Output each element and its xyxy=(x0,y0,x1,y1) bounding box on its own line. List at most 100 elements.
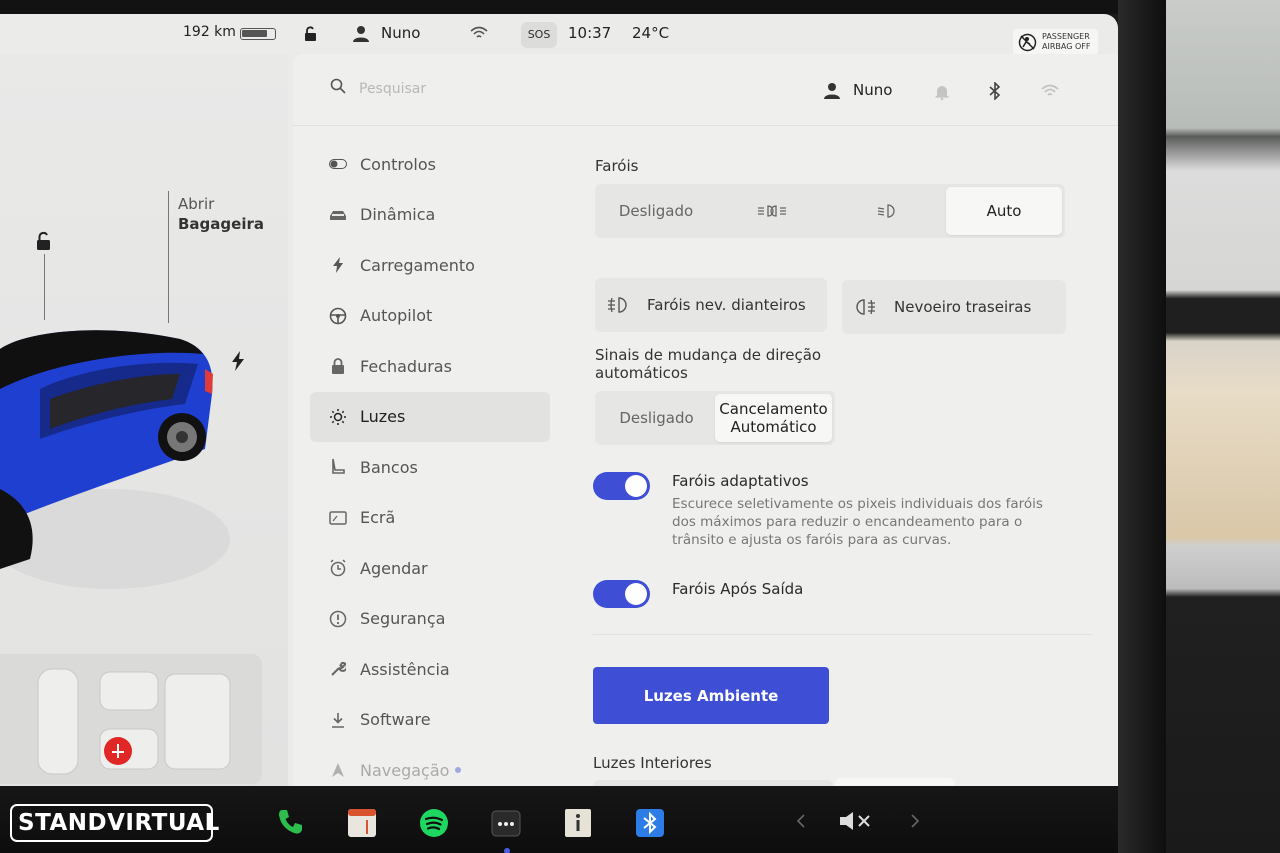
screen-bezel-top xyxy=(0,0,1160,14)
menu-item-label: Fechaduras xyxy=(360,356,452,376)
more-apps-icon[interactable] xyxy=(491,808,521,838)
wifi-icon xyxy=(470,26,488,38)
unlocked-icon[interactable] xyxy=(303,26,319,42)
car-icon xyxy=(330,210,346,220)
headlights-selector: Desligado Auto xyxy=(595,184,1065,238)
clock: 10:37 xyxy=(568,24,612,42)
phone-icon[interactable] xyxy=(276,808,304,836)
volume-up-arrow-icon[interactable] xyxy=(910,814,920,828)
menu-item-autopilot[interactable]: Autopilot xyxy=(310,291,550,342)
calendar-icon[interactable] xyxy=(347,808,377,838)
volume-down-arrow-icon[interactable] xyxy=(796,814,806,828)
wrench-icon xyxy=(331,662,346,676)
front-fog-label: Faróis nev. dianteiros xyxy=(647,296,806,314)
menu-item-label: Luzes xyxy=(360,407,406,427)
section-divider xyxy=(593,634,1093,635)
adaptive-headlights-title: Faróis adaptativos xyxy=(672,472,809,490)
rear-fog-icon xyxy=(856,299,875,315)
menu-item-bancos[interactable]: Bancos xyxy=(310,442,550,493)
car-3d-model xyxy=(0,330,230,589)
seat-icon xyxy=(332,459,345,475)
standvirtual-watermark: STANDVIRTUAL xyxy=(10,804,219,842)
parking-lights-option[interactable] xyxy=(714,187,830,235)
alarm-clock-icon xyxy=(330,559,346,577)
sos-button[interactable]: SOS xyxy=(521,22,557,48)
download-icon xyxy=(332,712,344,728)
menu-item-navegacao[interactable]: Navegação xyxy=(310,745,550,786)
range-readout: 192 km xyxy=(183,24,236,40)
menu-item-controlos[interactable]: Controlos xyxy=(310,139,550,190)
front-fog-button[interactable]: Faróis nev. dianteiros xyxy=(595,278,827,332)
airbag-label-line2: AIRBAG OFF xyxy=(1042,42,1091,51)
menu-item-label: Assistência xyxy=(360,659,450,679)
trunk-pointer-line xyxy=(168,191,169,323)
spotify-icon[interactable] xyxy=(419,808,449,838)
update-dot xyxy=(455,767,462,774)
menu-item-agendar[interactable]: Agendar xyxy=(310,543,550,594)
door-unlock-icon[interactable] xyxy=(33,230,55,252)
touchscreen: 192 km Nuno SOS 10:37 24°C PASSENGER AIR… xyxy=(0,14,1118,786)
headlights-off-option[interactable]: Desligado xyxy=(598,187,714,235)
passenger-airbag-indicator: PASSENGER AIRBAG OFF xyxy=(1013,29,1098,55)
menu-item-label: Segurança xyxy=(360,609,446,629)
menu-item-carregamento[interactable]: Carregamento xyxy=(310,240,550,291)
battery-icon xyxy=(240,28,276,40)
airbag-label-line1: PASSENGER xyxy=(1042,32,1090,41)
headlights-auto-option[interactable]: Auto xyxy=(946,187,1062,235)
interior-lights-label: Luzes Interiores xyxy=(593,754,712,772)
outside-temperature: 24°C xyxy=(632,24,670,42)
steering-wheel-icon xyxy=(329,307,347,325)
menu-item-label: Carregamento xyxy=(360,255,475,275)
bluetooth-app-icon[interactable] xyxy=(635,808,665,838)
display-icon xyxy=(329,511,347,525)
menu-item-luzes[interactable]: Luzes xyxy=(310,391,550,442)
settings-menu: Controlos Dinâmica Carregamento Autopilo… xyxy=(310,139,550,786)
menu-item-fechaduras[interactable]: Fechaduras xyxy=(310,341,550,392)
turn-signal-label: Sinais de mudança de direção automáticos xyxy=(595,346,822,382)
front-fog-icon xyxy=(608,297,627,313)
open-trunk-label-line1: Abrir xyxy=(178,195,215,213)
turn-signal-off-option[interactable]: Desligado xyxy=(598,394,715,442)
menu-item-label: Bancos xyxy=(360,457,418,477)
menu-item-dinamica[interactable]: Dinâmica xyxy=(310,190,550,241)
screen-bezel-right xyxy=(1118,0,1166,853)
toggle-icon xyxy=(329,159,347,170)
adaptive-headlights-description: Escurece seletivamente os pixeis individ… xyxy=(672,496,1043,548)
adaptive-headlights-toggle[interactable] xyxy=(593,472,650,500)
parking-lights-icon xyxy=(758,205,786,217)
settings-panel: Nuno Controlos Dinâmica xyxy=(293,54,1118,786)
menu-item-label: Controlos xyxy=(360,154,436,174)
turn-signal-auto-cancel-option[interactable]: Cancelamento Automático xyxy=(715,394,832,442)
sun-icon xyxy=(330,408,346,425)
car-visualization: Abrir Bagageira xyxy=(0,54,288,786)
lock-icon xyxy=(332,358,344,375)
menu-item-label: Dinâmica xyxy=(360,205,436,225)
active-app-dot xyxy=(504,848,510,853)
turn-signal-selector: Desligado Cancelamento Automático xyxy=(595,391,835,445)
rear-fog-label: Nevoeiro traseiras xyxy=(894,298,1032,316)
menu-item-assistencia[interactable]: Assistência xyxy=(310,644,550,695)
low-beam-option[interactable] xyxy=(830,187,946,235)
headlights-label: Faróis xyxy=(595,157,639,175)
rear-fog-button[interactable]: Nevoeiro traseiras xyxy=(842,280,1066,334)
mute-icon[interactable] xyxy=(838,810,872,832)
navigation-icon xyxy=(332,763,344,778)
lights-settings: Faróis Desligado Auto Faróis nev. diante… xyxy=(593,54,1093,786)
open-trunk-button[interactable]: Abrir Bagageira xyxy=(178,194,264,234)
search-input[interactable] xyxy=(359,76,559,102)
menu-item-software[interactable]: Software xyxy=(310,695,550,746)
headlights-after-exit-toggle[interactable] xyxy=(593,580,650,608)
ambient-lights-button[interactable]: Luzes Ambiente xyxy=(593,667,829,724)
menu-item-label: Navegação xyxy=(360,760,450,780)
manual-icon[interactable] xyxy=(563,808,593,838)
bolt-icon xyxy=(333,257,343,274)
menu-item-ecra[interactable]: Ecrã xyxy=(310,493,550,544)
seat-occupancy-panel xyxy=(0,654,262,784)
seat-map-icon xyxy=(37,668,231,775)
search-icon[interactable] xyxy=(330,78,346,94)
driver-name[interactable]: Nuno xyxy=(381,24,420,42)
menu-item-seguranca[interactable]: Segurança xyxy=(310,594,550,645)
interior-lights-option-selected[interactable] xyxy=(835,778,955,786)
driver-profile-icon[interactable] xyxy=(353,25,369,43)
airbag-off-icon xyxy=(1018,33,1037,52)
